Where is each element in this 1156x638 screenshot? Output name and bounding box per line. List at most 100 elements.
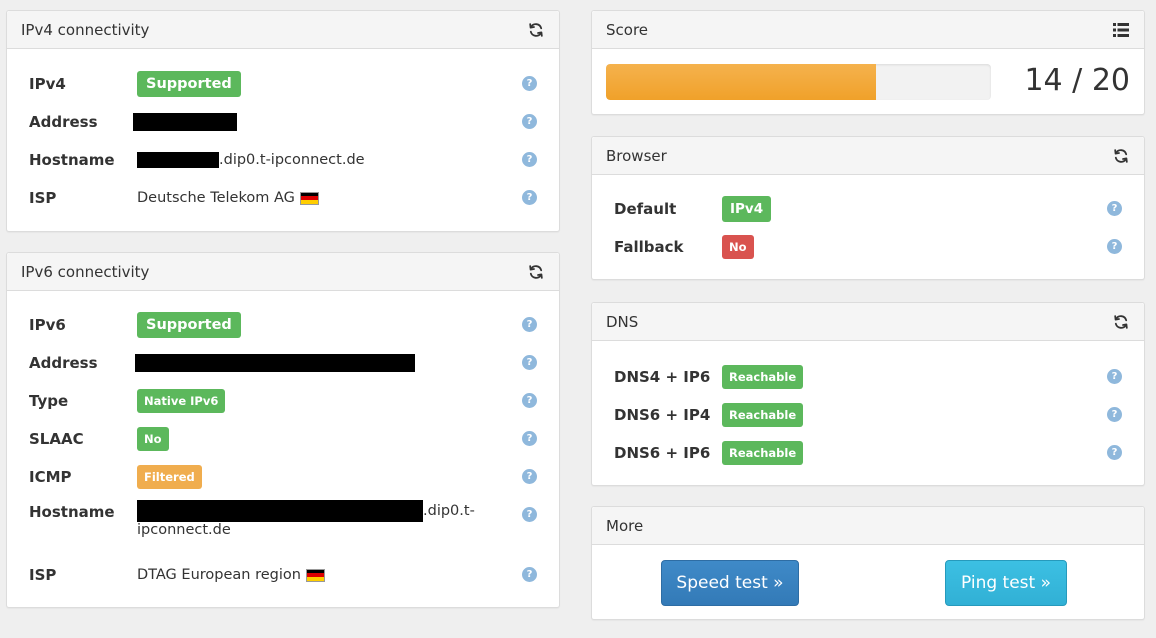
icmp-row: ICMP Filtered: [29, 462, 537, 492]
help-icon[interactable]: ?: [522, 469, 537, 484]
row-label: ISP: [29, 566, 57, 584]
row-label: Address: [29, 113, 98, 131]
score-panel-heading: Score: [592, 11, 1144, 49]
help-icon[interactable]: ?: [522, 567, 537, 582]
hostname-suffix: .dip0.t-ipconnect.de: [219, 152, 365, 168]
help-icon[interactable]: ?: [1107, 201, 1122, 216]
address-row: Address: [29, 348, 537, 378]
panel-title: Browser: [606, 146, 667, 165]
redacted-value: [137, 500, 423, 522]
ipv4-panel: IPv4 connectivity IPv4 Supported ? Addre…: [6, 10, 560, 232]
redacted-value: [137, 152, 219, 168]
slaac-row: SLAAC No: [29, 424, 537, 454]
ping-test-button[interactable]: Ping test »: [945, 560, 1067, 606]
ipv6-panel: IPv6 connectivity IPv6 Supported ? Addre…: [6, 252, 560, 608]
ipv4-row: IPv4 Supported: [29, 69, 537, 99]
help-icon[interactable]: ?: [1107, 239, 1122, 254]
status-badge: Supported: [137, 312, 241, 338]
reachable-badge: Reachable: [722, 365, 804, 389]
isp-row: ISP DTAG European region: [29, 560, 537, 590]
fallback-row: Fallback No: [614, 232, 1122, 262]
flag-germany-icon: [299, 191, 319, 205]
row-label: ICMP: [29, 468, 72, 486]
default-row: Default IPv4: [614, 194, 1122, 224]
help-icon[interactable]: ?: [1107, 407, 1122, 422]
ipv4-panel-heading: IPv4 connectivity: [7, 11, 559, 49]
panel-title: More: [606, 516, 644, 535]
score-progress-fill: [606, 64, 876, 100]
fallback-badge: No: [722, 235, 754, 259]
reachable-badge: Reachable: [722, 403, 804, 427]
row-label: Fallback: [614, 238, 684, 256]
row-label: DNS6 + IP6: [614, 444, 711, 462]
help-icon[interactable]: ?: [1107, 445, 1122, 460]
hostname-row: Hostname .dip0.t-ipconnect.de: [29, 145, 537, 175]
redacted-value: [135, 354, 415, 372]
icmp-badge: Filtered: [137, 465, 202, 489]
address-row: Address: [29, 107, 537, 137]
row-label: Default: [614, 200, 677, 218]
row-label: Hostname: [29, 503, 115, 521]
reachable-badge: Reachable: [722, 441, 804, 465]
dns6-ip4-row: DNS6 + IP4 Reachable: [614, 400, 1122, 430]
panel-title: DNS: [606, 312, 639, 331]
row-label: Address: [29, 354, 98, 372]
help-icon[interactable]: ?: [522, 190, 537, 205]
row-label: DNS6 + IP4: [614, 406, 711, 424]
score-value: 14 / 20: [1024, 63, 1130, 98]
help-icon[interactable]: ?: [1107, 369, 1122, 384]
more-panel: More Speed test » Ping test »: [591, 506, 1145, 620]
panel-title: IPv6 connectivity: [21, 262, 150, 281]
panel-title: IPv4 connectivity: [21, 20, 150, 39]
score-progress-bar: [606, 64, 991, 100]
default-badge: IPv4: [722, 196, 772, 222]
help-icon[interactable]: ?: [522, 393, 537, 408]
isp-value: Deutsche Telekom AG: [137, 190, 319, 206]
help-icon[interactable]: ?: [522, 76, 537, 91]
dns-panel-heading: DNS: [592, 303, 1144, 341]
score-panel: Score 14 / 20: [591, 10, 1145, 115]
slaac-badge: No: [137, 427, 169, 451]
dns-panel: DNS DNS4 + IP6 Reachable ? DNS6 + IP4 Re…: [591, 302, 1145, 486]
row-label: IPv4: [29, 75, 66, 93]
help-icon[interactable]: ?: [522, 355, 537, 370]
hostname-value: .dip0.t- ipconnect.de: [137, 500, 475, 538]
hostname-value: .dip0.t-ipconnect.de: [137, 152, 365, 168]
flag-germany-icon: [305, 568, 325, 582]
status-badge: Supported: [137, 71, 241, 97]
hostname-row: Hostname .dip0.t- ipconnect.de: [29, 500, 537, 544]
help-icon[interactable]: ?: [522, 114, 537, 129]
help-icon[interactable]: ?: [522, 152, 537, 167]
dns4-ip6-row: DNS4 + IP6 Reachable: [614, 362, 1122, 392]
hostname-suffix: .dip0.t-: [423, 503, 475, 519]
refresh-icon[interactable]: [527, 21, 545, 39]
row-label: ISP: [29, 189, 57, 207]
isp-name: DTAG European region: [137, 567, 301, 583]
more-panel-heading: More: [592, 507, 1144, 545]
refresh-icon[interactable]: [527, 263, 545, 281]
isp-row: ISP Deutsche Telekom AG: [29, 183, 537, 213]
row-label: Hostname: [29, 151, 115, 169]
row-label: IPv6: [29, 316, 66, 334]
ipv6-row: IPv6 Supported: [29, 310, 537, 340]
help-icon[interactable]: ?: [522, 317, 537, 332]
help-icon[interactable]: ?: [522, 507, 537, 522]
row-label: Type: [29, 392, 69, 410]
type-badge: Native IPv6: [137, 389, 226, 413]
ipv6-panel-heading: IPv6 connectivity: [7, 253, 559, 291]
panel-title: Score: [606, 20, 649, 39]
refresh-icon[interactable]: [1112, 147, 1130, 165]
row-label: SLAAC: [29, 430, 84, 448]
isp-name: Deutsche Telekom AG: [137, 190, 295, 206]
hostname-suffix-continued: ipconnect.de: [137, 522, 231, 538]
browser-panel: Browser Default IPv4 ? Fallback No ?: [591, 136, 1145, 280]
isp-value: DTAG European region: [137, 567, 325, 583]
speed-test-button[interactable]: Speed test »: [661, 560, 799, 606]
refresh-icon[interactable]: [1112, 313, 1130, 331]
list-icon[interactable]: [1112, 21, 1130, 39]
type-row: Type Native IPv6: [29, 386, 537, 416]
redacted-value: [133, 113, 237, 131]
row-label: DNS4 + IP6: [614, 368, 711, 386]
help-icon[interactable]: ?: [522, 431, 537, 446]
dns6-ip6-row: DNS6 + IP6 Reachable: [614, 438, 1122, 468]
